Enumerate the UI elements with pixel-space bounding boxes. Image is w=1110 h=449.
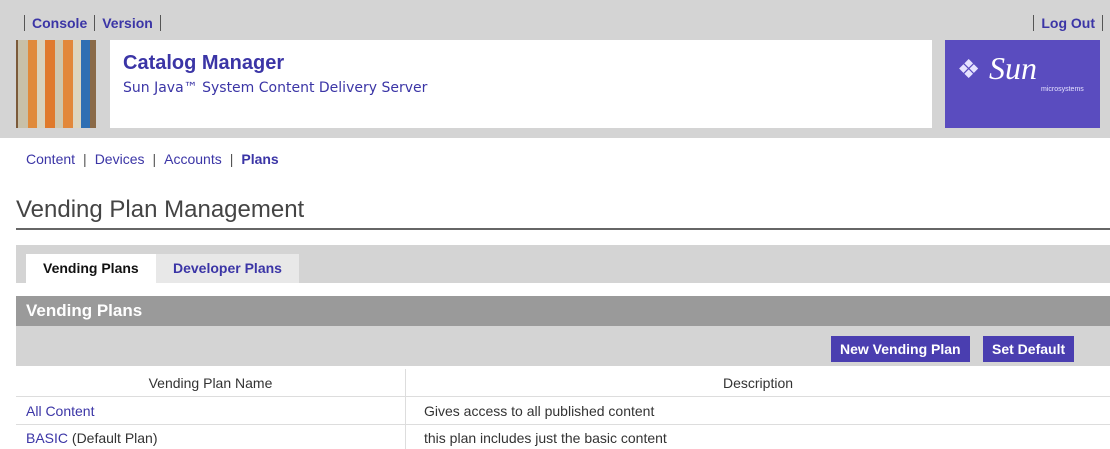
tabs-bar: Vending Plans Developer Plans: [16, 245, 1110, 283]
plan-link-all-content[interactable]: All Content: [26, 403, 94, 419]
separator: [24, 15, 25, 31]
set-default-button[interactable]: Set Default: [983, 336, 1075, 362]
separator: [1102, 15, 1103, 31]
page-title: Vending Plan Management: [16, 196, 305, 223]
logout-area: Log Out: [1026, 15, 1110, 31]
sun-logo: ❖ Sun microsystems: [945, 40, 1100, 128]
title-divider: [16, 228, 1110, 230]
separator: |: [83, 151, 87, 167]
sun-logo-sub: microsystems: [1041, 86, 1084, 93]
main-nav: Content | Devices | Accounts | Plans: [26, 151, 279, 167]
masthead-title-box: Catalog Manager Sun Java™ System Content…: [110, 40, 932, 128]
separator: [1033, 15, 1035, 31]
table-row-description: this plan includes just the basic conten…: [424, 430, 667, 446]
table-row-name: BASIC (Default Plan): [26, 430, 158, 446]
nav-accounts[interactable]: Accounts: [164, 151, 222, 167]
plan-suffix: (Default Plan): [68, 430, 158, 446]
sun-logo-word: Sun: [989, 50, 1037, 86]
logout-link[interactable]: Log Out: [1041, 15, 1095, 31]
tab-vending-plans[interactable]: Vending Plans: [26, 254, 156, 283]
separator: [159, 15, 161, 31]
app-subtitle: Sun Java™ System Content Delivery Server: [123, 80, 428, 96]
column-header-name: Vending Plan Name: [148, 375, 273, 391]
section-header: Vending Plans: [16, 296, 1110, 326]
separator: [94, 15, 96, 31]
separator: |: [152, 151, 157, 167]
top-links: Console Version: [17, 15, 168, 31]
nav-content[interactable]: Content: [26, 151, 75, 167]
console-link[interactable]: Console: [32, 15, 87, 31]
column-header-description: Description: [722, 375, 794, 391]
table-row-name: All Content: [26, 403, 94, 419]
books-image: [16, 40, 96, 128]
separator: |: [229, 151, 234, 167]
sun-logo-icon: ❖: [957, 54, 981, 84]
button-bar: New Vending Plan Set Default: [16, 326, 1110, 366]
plan-link-basic[interactable]: BASIC: [26, 430, 68, 446]
row-divider: [16, 424, 1110, 425]
new-vending-plan-button[interactable]: New Vending Plan: [831, 336, 970, 362]
nav-devices[interactable]: Devices: [95, 151, 145, 167]
section-title: Vending Plans: [26, 301, 143, 320]
tab-developer-plans[interactable]: Developer Plans: [156, 254, 299, 283]
table-row-description: Gives access to all published content: [424, 403, 655, 419]
version-link[interactable]: Version: [102, 15, 153, 31]
app-title: Catalog Manager: [123, 52, 285, 74]
row-divider: [16, 396, 1110, 397]
column-divider: [405, 369, 406, 449]
nav-plans[interactable]: Plans: [241, 151, 278, 167]
